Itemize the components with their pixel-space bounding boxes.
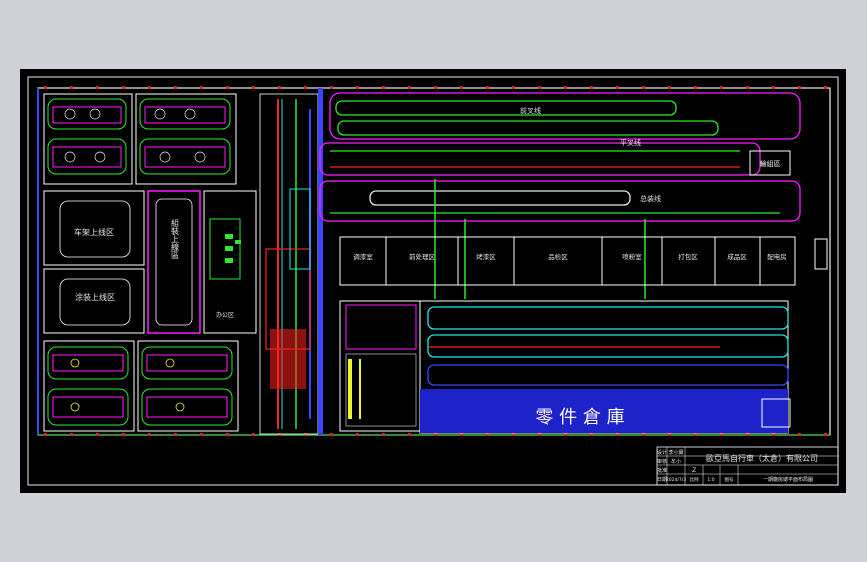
column-marker bbox=[96, 86, 99, 89]
column-marker bbox=[330, 86, 333, 89]
column-marker bbox=[382, 433, 385, 436]
pipeline-nw bbox=[52, 106, 226, 168]
tb-company: 歐亞馬自行車（太倉）有限公司 bbox=[706, 453, 818, 463]
equipment-nw bbox=[64, 108, 206, 163]
drawing-sheet: 车架上线区 涂装上线区 組裝上線區 办公区 前叉线 平叉线 总装线 輪組區 调漆… bbox=[20, 69, 846, 493]
conveyor-nw bbox=[47, 98, 231, 175]
tb-row-1: 审核 bbox=[657, 458, 667, 465]
line-1-label: 前叉线 bbox=[520, 106, 541, 115]
column-marker bbox=[252, 433, 255, 436]
column-marker bbox=[668, 86, 671, 89]
tb-row-2: 批准 bbox=[657, 467, 667, 474]
column-marker bbox=[824, 86, 827, 89]
column-marker bbox=[200, 86, 203, 89]
main-aisle-divider bbox=[318, 88, 323, 435]
column-marker bbox=[226, 86, 229, 89]
tb-row-0: 设计 bbox=[657, 449, 667, 456]
column-marker bbox=[122, 86, 125, 89]
column-marker bbox=[434, 86, 437, 89]
tb-scale: 1:0 bbox=[707, 477, 714, 483]
column-marker bbox=[720, 86, 723, 89]
room-4-label: 品检区 bbox=[548, 252, 568, 261]
column-marker bbox=[70, 433, 73, 436]
column-marker bbox=[408, 433, 411, 436]
frame-top-label: 车架上线区 bbox=[74, 227, 114, 237]
tb-date: 2024/7/3 bbox=[666, 477, 686, 483]
room-5-label: 喷粉室 bbox=[622, 252, 642, 261]
column-marker bbox=[564, 86, 567, 89]
column-marker bbox=[798, 433, 801, 436]
column-marker bbox=[148, 86, 151, 89]
column-marker bbox=[538, 86, 541, 89]
column-marker bbox=[278, 86, 281, 89]
line-2-label: 平叉线 bbox=[620, 138, 641, 147]
column-marker bbox=[460, 86, 463, 89]
line-3-label: 总装线 bbox=[640, 194, 661, 203]
column-marker bbox=[200, 433, 203, 436]
column-marker bbox=[304, 433, 307, 436]
column-marker bbox=[122, 433, 125, 436]
room-2-label: 前处理区 bbox=[409, 252, 436, 261]
column-marker bbox=[96, 433, 99, 436]
column-marker bbox=[382, 86, 385, 89]
column-marker bbox=[824, 433, 827, 436]
column-marker bbox=[330, 433, 333, 436]
column-marker bbox=[356, 433, 359, 436]
vertical-drop-lines bbox=[434, 179, 646, 299]
assembly-vertical-label: 組裝上線區 bbox=[171, 218, 180, 259]
column-marker bbox=[70, 86, 73, 89]
column-marker bbox=[408, 86, 411, 89]
wheel-label: 輪組區 bbox=[760, 159, 781, 168]
coating-room-inner bbox=[59, 278, 131, 326]
column-marker bbox=[44, 86, 47, 89]
column-marker bbox=[642, 86, 645, 89]
column-marker bbox=[44, 433, 47, 436]
column-marker bbox=[616, 86, 619, 89]
east-door bbox=[814, 238, 828, 270]
column-marker bbox=[226, 433, 229, 436]
assembly-vertical-inner bbox=[155, 198, 193, 326]
column-marker bbox=[694, 86, 697, 89]
room-6-label: 打包区 bbox=[678, 252, 698, 261]
warehouse-label: 零 件 倉 庫 bbox=[535, 407, 624, 428]
tb-sheet-label: 图号 bbox=[725, 477, 734, 483]
room-3-label: 烤漆区 bbox=[476, 252, 496, 261]
column-marker bbox=[356, 86, 359, 89]
room-8-label: 配电房 bbox=[767, 252, 787, 261]
column-marker bbox=[772, 86, 775, 89]
tb-checker: 牟小 bbox=[671, 458, 681, 465]
column-marker bbox=[174, 433, 177, 436]
column-marker bbox=[148, 433, 151, 436]
column-marker bbox=[174, 86, 177, 89]
overhead-conveyors bbox=[319, 92, 801, 222]
warehouse-conveyors bbox=[427, 306, 789, 386]
office-machines bbox=[225, 234, 241, 263]
tb-approval: Z bbox=[692, 467, 696, 474]
central-spine bbox=[259, 93, 319, 435]
column-marker bbox=[486, 86, 489, 89]
column-marker bbox=[798, 86, 801, 89]
column-marker bbox=[252, 86, 255, 89]
factory-layout-drawing: 车架上线区 涂装上线区 組裝上線區 办公区 前叉线 平叉线 总装线 輪組區 调漆… bbox=[27, 76, 839, 486]
column-marker bbox=[590, 86, 593, 89]
building-outline bbox=[37, 87, 831, 436]
tb-scale-label: 比例 bbox=[690, 476, 699, 483]
assembly-block bbox=[339, 300, 421, 432]
frame-bottom-label: 涂装上线区 bbox=[75, 292, 115, 302]
tb-drawing-name: 一期廠房總平面布局圖 bbox=[763, 476, 813, 483]
room-1-label: 调漆室 bbox=[353, 252, 373, 261]
room-7-label: 成品区 bbox=[727, 252, 747, 261]
column-marker bbox=[304, 86, 307, 89]
column-marker bbox=[278, 433, 281, 436]
column-marker bbox=[512, 86, 515, 89]
tb-designer: 李小寶 bbox=[668, 449, 683, 456]
office-label: 办公区 bbox=[216, 311, 234, 319]
column-marker bbox=[746, 86, 749, 89]
room-strip bbox=[339, 236, 796, 286]
